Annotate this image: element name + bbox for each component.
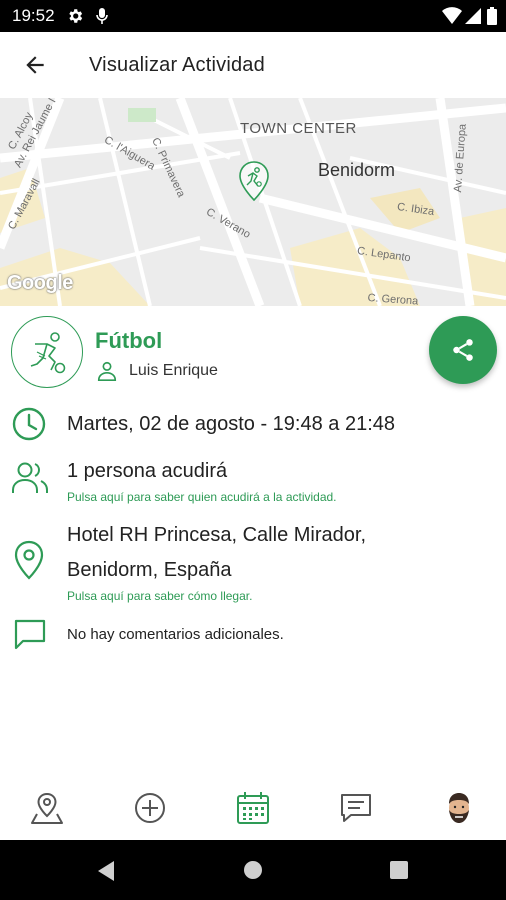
person-icon (97, 361, 117, 381)
avatar[interactable] (441, 790, 477, 826)
attendees-count[interactable]: 1 persona acudirá (67, 460, 227, 483)
status-bar: 19:52 (0, 0, 506, 32)
battery-icon (487, 7, 497, 25)
wifi-icon (442, 7, 462, 24)
add-circle-icon[interactable] (132, 790, 168, 826)
people-icon (12, 462, 48, 493)
home-circle-icon[interactable] (243, 860, 263, 880)
map-label-city: Benidorm (318, 160, 396, 180)
page-title: Visualizar Actividad (89, 54, 265, 76)
map-pin-icon[interactable] (29, 790, 65, 826)
share-icon (453, 339, 473, 361)
app-bar: Visualizar Actividad (0, 32, 506, 98)
comments-text: No hay comentarios adicionales. (67, 626, 284, 643)
park-area (128, 108, 156, 122)
map-street-label: C. Gerona (367, 292, 419, 306)
arrow-left-icon[interactable] (22, 52, 48, 78)
map-label-town-center: TOWN CENTER (240, 120, 357, 137)
clock-icon (12, 407, 46, 441)
signal-icon (465, 8, 481, 24)
attendees-hint[interactable]: Pulsa aquí para saber quien acudirá a la… (67, 490, 337, 504)
location-pin-icon (14, 540, 44, 580)
comment-icon (14, 619, 46, 650)
organizer-name: Luis Enrique (129, 362, 218, 379)
settings-icon (69, 9, 83, 23)
google-logo: Google (7, 272, 73, 294)
map-view[interactable]: TOWN CENTER Benidorm C. Alcoy Av. Rei Ja… (0, 98, 506, 306)
location-hint[interactable]: Pulsa aquí para saber cómo llegar. (67, 589, 252, 603)
map-marker-icon[interactable] (238, 160, 270, 202)
status-time: 19:52 (12, 6, 55, 25)
share-button[interactable] (429, 316, 497, 384)
activity-datetime: Martes, 02 de agosto - 19:48 a 21:48 (67, 413, 395, 435)
bottom-navigation (0, 776, 506, 840)
activity-icon-circle (11, 316, 83, 388)
mic-icon (96, 8, 108, 24)
soccer-player-icon (30, 332, 66, 374)
location-address-line2[interactable]: Benidorm, España (67, 559, 232, 582)
activity-title: Fútbol (95, 328, 163, 353)
calendar-icon[interactable] (235, 790, 271, 826)
recents-square-icon[interactable] (390, 861, 408, 879)
chat-icon[interactable] (338, 790, 374, 826)
system-navigation-bar (0, 840, 506, 900)
location-address-line1[interactable]: Hotel RH Princesa, Calle Mirador, (67, 524, 366, 547)
back-triangle-icon[interactable] (96, 860, 116, 882)
